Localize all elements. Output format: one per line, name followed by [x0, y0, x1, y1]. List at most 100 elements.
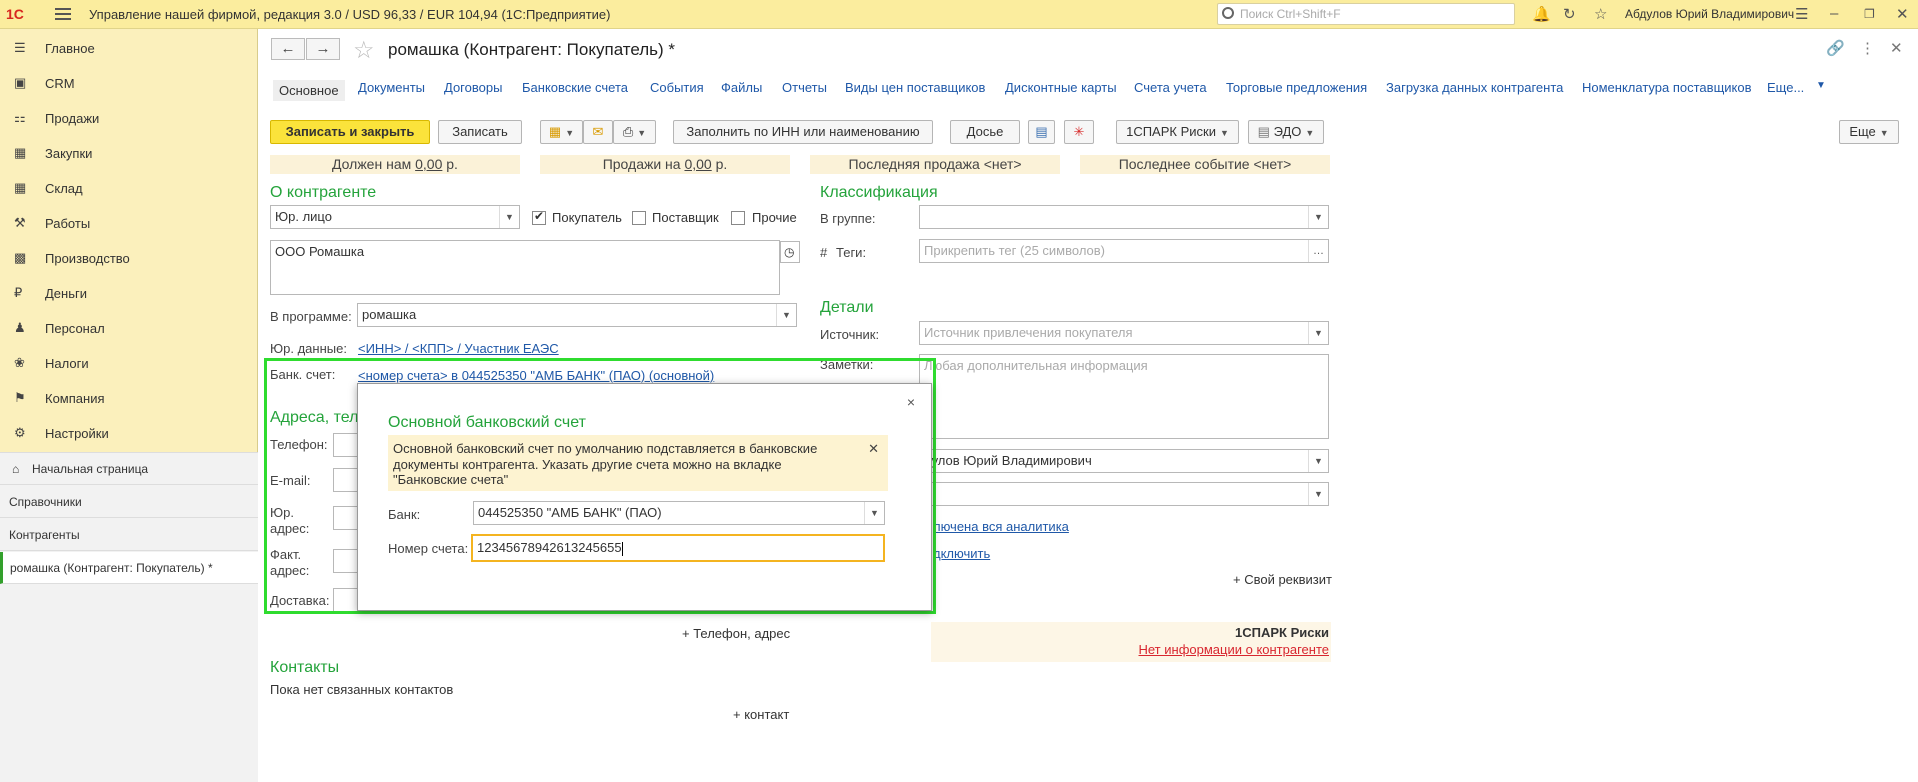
tab-discount-cards[interactable]: Дисконтные карты: [1005, 80, 1117, 95]
add-phone-address-button[interactable]: + Телефон, адрес: [682, 626, 790, 641]
dialog-bank-select[interactable]: 044525350 "АМБ БАНК" (ПАО) ▼: [473, 501, 885, 525]
tab-accounting-accounts[interactable]: Счета учета: [1134, 80, 1207, 95]
bell-icon[interactable]: 🔔: [1532, 5, 1551, 23]
save-button[interactable]: Записать: [438, 120, 522, 144]
chevron-down-icon[interactable]: ▼: [499, 206, 519, 228]
tab-reports[interactable]: Отчеты: [782, 80, 827, 95]
chevron-down-icon[interactable]: ▼: [1308, 450, 1328, 472]
text-cursor: [621, 541, 623, 556]
secondary-select[interactable]: ▼: [919, 482, 1329, 506]
source-placeholder: Источник привлечения покупателя: [924, 325, 1133, 340]
buyer-checkbox[interactable]: [532, 209, 546, 225]
close-window-icon[interactable]: ✕: [1896, 5, 1909, 23]
tab-main[interactable]: Основное: [273, 80, 345, 101]
create-based-on-button[interactable]: ▦ ▼: [540, 120, 583, 144]
minimize-icon[interactable]: –: [1830, 5, 1838, 22]
dialog-account-number-input[interactable]: 12345678942613245655: [471, 534, 885, 562]
current-user[interactable]: Абдулов Юрий Владимирович: [1625, 7, 1794, 21]
full-name-textarea[interactable]: ООО Ромашка: [270, 240, 780, 295]
group-select[interactable]: ▼: [919, 205, 1329, 229]
spark-risks-title: 1СПАРК Риски: [1235, 625, 1329, 640]
responsible-select[interactable]: дулов Юрий Владимирович ▼: [919, 449, 1329, 473]
sidebar-item-taxes[interactable]: ❀ Налоги: [0, 348, 258, 378]
summary-owes-value[interactable]: 0,00: [415, 156, 442, 172]
tab-documents[interactable]: Документы: [358, 80, 425, 95]
open-window-counterparties[interactable]: Контрагенты: [0, 519, 258, 551]
source-select[interactable]: Источник привлечения покупателя ▼: [919, 321, 1329, 345]
tags-input[interactable]: Прикрепить тег (25 символов) …: [919, 239, 1329, 263]
sidebar-item-company[interactable]: ⚑ Компания: [0, 383, 258, 413]
global-search-input[interactable]: Поиск Ctrl+Shift+F: [1217, 3, 1515, 25]
hamburger-menu-icon[interactable]: [55, 6, 71, 21]
sidebar-item-personnel[interactable]: ♟ Персонал: [0, 313, 258, 343]
sidebar-item-money[interactable]: ₽ Деньги: [0, 278, 258, 308]
export-button[interactable]: ▤: [1028, 120, 1055, 144]
save-and-close-button[interactable]: Записать и закрыть: [270, 120, 430, 144]
link-icon[interactable]: 🔗: [1826, 39, 1845, 57]
more-vert-icon[interactable]: ⋮: [1860, 39, 1875, 57]
chevron-down-icon[interactable]: ▼: [1308, 322, 1328, 344]
chevron-down-icon[interactable]: ▼: [776, 304, 796, 326]
email-button[interactable]: ✉: [583, 120, 613, 144]
legal-data-link[interactable]: <ИНН> / <КПП> / Участник ЕАЭС: [358, 341, 559, 356]
fill-by-inn-button[interactable]: Заполнить по ИНН или наименованию: [673, 120, 933, 144]
analytics-link[interactable]: лючена вся аналитика: [933, 519, 1069, 534]
tab-trade-offers[interactable]: Торговые предложения: [1226, 80, 1367, 95]
open-window-catalogs[interactable]: Справочники: [0, 486, 258, 518]
tab-data-import[interactable]: Загрузка данных контрагента: [1386, 80, 1563, 95]
sidebar-item-label: CRM: [45, 76, 75, 91]
sidebar-item-sales[interactable]: ⚏ Продажи: [0, 103, 258, 133]
spark-no-info-link[interactable]: Нет информации о контрагенте: [1139, 642, 1330, 657]
chevron-down-icon[interactable]: ▼: [1308, 483, 1328, 505]
other-checkbox[interactable]: [731, 211, 745, 225]
dialog-close-icon[interactable]: ×: [907, 394, 915, 410]
more-actions-button[interactable]: Еще ▼: [1839, 120, 1899, 144]
back-button[interactable]: ←: [271, 38, 305, 60]
chevron-down-icon[interactable]: ▼: [864, 502, 884, 524]
entity-type-select[interactable]: Юр. лицо ▼: [270, 205, 520, 229]
close-form-icon[interactable]: ✕: [1890, 39, 1903, 57]
sidebar-item-purchases[interactable]: ▦ Закупки: [0, 138, 258, 168]
settings-menu-icon[interactable]: ☰: [1795, 5, 1808, 23]
sidebar-item-label: Персонал: [45, 321, 105, 336]
sidebar-item-crm[interactable]: ▣ CRM: [0, 68, 258, 98]
tab-files[interactable]: Файлы: [721, 80, 762, 95]
ellipsis-icon[interactable]: …: [1308, 240, 1328, 262]
history-icon[interactable]: ↻: [1563, 5, 1576, 23]
sidebar-item-production[interactable]: ▩ Производство: [0, 243, 258, 273]
in-program-input[interactable]: ромашка ▼: [357, 303, 797, 327]
structure-button[interactable]: ✳: [1064, 120, 1094, 144]
spark-risks-button[interactable]: 1СПАРК Риски ▼: [1116, 120, 1239, 144]
tabs-more-caret-icon[interactable]: ▼: [1816, 80, 1826, 91]
sidebar-item-warehouse[interactable]: ▦ Склад: [0, 173, 258, 203]
open-window-current[interactable]: ромашка (Контрагент: Покупатель) *: [0, 552, 258, 584]
connect-link[interactable]: дключить: [933, 546, 990, 561]
restore-icon[interactable]: ❐: [1864, 7, 1875, 21]
tab-supplier-nomenclature[interactable]: Номенклатура поставщиков: [1582, 80, 1752, 95]
open-window-home[interactable]: ⌂ Начальная страница: [0, 453, 258, 485]
supplier-checkbox[interactable]: [632, 211, 646, 225]
forward-button[interactable]: →: [306, 38, 340, 60]
tab-events[interactable]: События: [650, 80, 704, 95]
note-close-icon[interactable]: ✕: [868, 441, 879, 457]
add-contact-button[interactable]: + контакт: [733, 707, 789, 722]
tab-more[interactable]: Еще...: [1767, 80, 1804, 95]
sidebar-item-works[interactable]: ⚒ Работы: [0, 208, 258, 238]
document-icon: ▦: [548, 124, 562, 139]
summary-sales-value[interactable]: 0,00: [684, 156, 711, 172]
sidebar-item-settings[interactable]: ⚙ Настройки: [0, 418, 258, 448]
print-button[interactable]: ⎙ ▼: [613, 120, 656, 144]
name-history-button[interactable]: ◷: [780, 241, 800, 263]
dossier-button[interactable]: Досье: [950, 120, 1020, 144]
tab-contracts[interactable]: Договоры: [444, 80, 502, 95]
favorite-star-icon[interactable]: ☆: [353, 36, 375, 65]
open-windows-list: ⌂ Начальная страница Справочники Контраг…: [0, 452, 258, 782]
edo-button[interactable]: ▤ ЭДО ▼: [1248, 120, 1324, 144]
sidebar-item-main[interactable]: ☰ Главное: [0, 33, 258, 63]
favorites-star-icon[interactable]: ☆: [1594, 5, 1607, 23]
chevron-down-icon[interactable]: ▼: [1308, 206, 1328, 228]
tab-bank-accounts[interactable]: Банковские счета: [522, 80, 628, 95]
notes-textarea[interactable]: Любая дополнительная информация: [919, 354, 1329, 439]
tab-supplier-price-types[interactable]: Виды цен поставщиков: [845, 80, 985, 95]
add-custom-attribute-button[interactable]: + Свой реквизит: [1233, 572, 1332, 587]
